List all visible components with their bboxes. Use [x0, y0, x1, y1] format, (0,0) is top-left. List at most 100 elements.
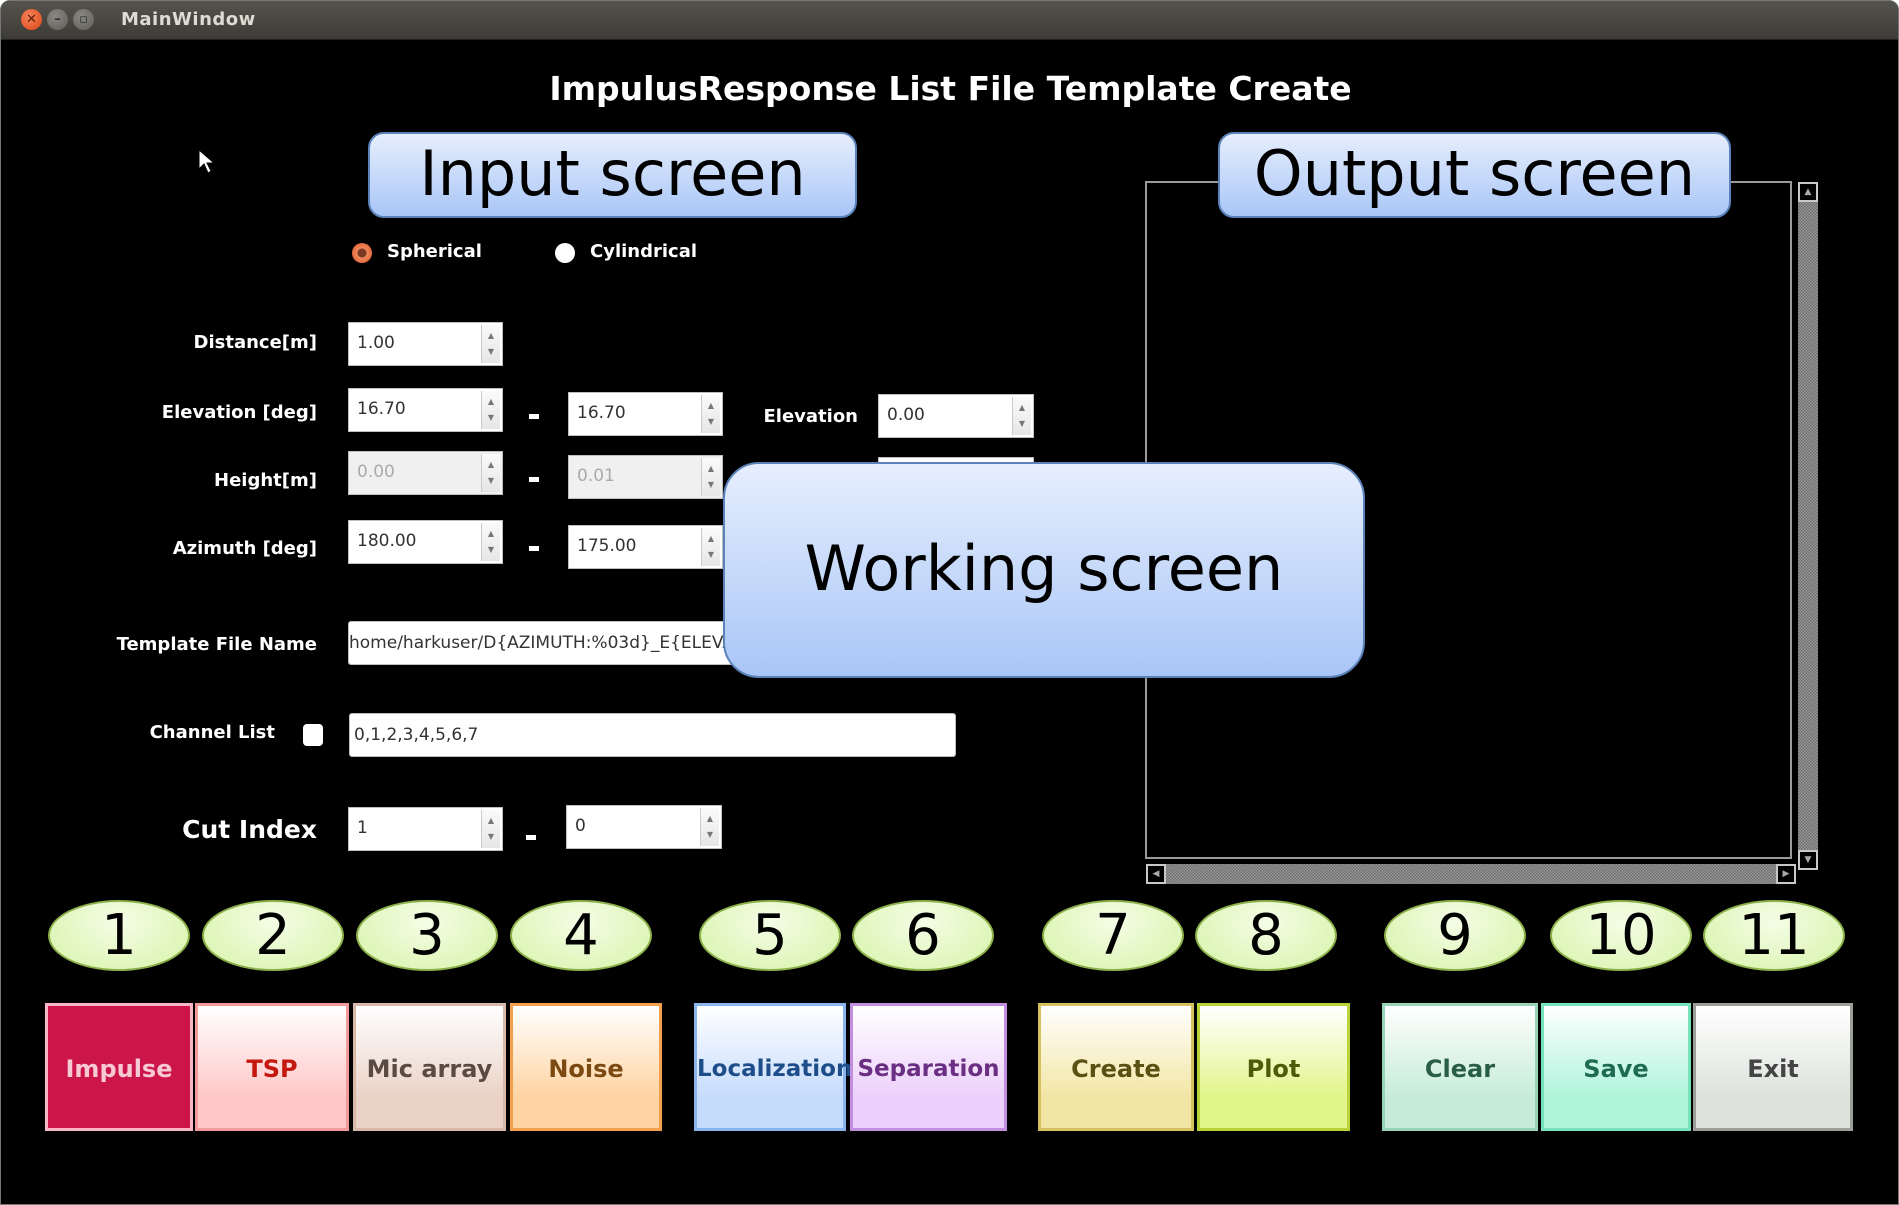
- height-from-spinbox: 0.00 ▲ ▼: [348, 451, 503, 495]
- impulse-button[interactable]: Impulse: [45, 1003, 193, 1131]
- distance-value: 1.00: [357, 333, 395, 353]
- scroll-up-icon[interactable]: ▲: [1798, 182, 1818, 202]
- height-to-spinbox: 0.01 ▲ ▼: [568, 455, 723, 499]
- range-separator: [526, 835, 536, 840]
- elevation-to-value: 16.70: [577, 403, 626, 423]
- window-title: MainWindow: [121, 9, 256, 30]
- step-number: 6: [852, 900, 994, 971]
- spin-down-icon[interactable]: ▼: [702, 417, 720, 427]
- height-from-value: 0.00: [357, 462, 395, 482]
- cut-index-from-value: 1: [357, 818, 368, 838]
- channel-list-input[interactable]: 0,1,2,3,4,5,6,7: [349, 713, 956, 757]
- spin-up-icon: ▲: [487, 460, 495, 469]
- step-number: 7: [1042, 900, 1184, 971]
- spin-down-icon[interactable]: ▼: [482, 832, 500, 842]
- input-screen-callout: Input screen: [368, 132, 857, 218]
- step-number: 10: [1550, 900, 1692, 971]
- cut-index-from-spinbox[interactable]: 1 ▲ ▼: [348, 807, 503, 851]
- channel-list-label: Channel List: [149, 722, 275, 743]
- main-window: ✕ – ▫ MainWindow ImpulusResponse List Fi…: [0, 0, 1899, 1205]
- spin-down-icon[interactable]: ▼: [702, 550, 720, 560]
- elevation-from-spinbox[interactable]: 16.70 ▲ ▼: [348, 388, 503, 432]
- channel-list-value: 0,1,2,3,4,5,6,7: [354, 725, 479, 745]
- scroll-left-icon[interactable]: ◀: [1146, 864, 1166, 884]
- azimuth-from-value: 180.00: [357, 531, 417, 551]
- app-title: ImpulusResponse List File Template Creat…: [549, 69, 1352, 108]
- working-screen-callout: Working screen: [723, 462, 1365, 678]
- title-bar: ✕ – ▫ MainWindow: [1, 1, 1898, 40]
- template-file-value: home/harkuser/D{AZIMUTH:%03d}_E{ELEVATIO…: [349, 633, 748, 653]
- elevation-single-value: 0.00: [887, 405, 925, 425]
- spin-up-icon[interactable]: ▲: [482, 529, 500, 539]
- plot-button[interactable]: Plot: [1197, 1003, 1350, 1131]
- spin-down-icon[interactable]: ▼: [482, 413, 500, 423]
- close-icon[interactable]: ✕: [21, 9, 42, 30]
- radio-cylindrical[interactable]: [555, 243, 575, 263]
- spin-down-icon[interactable]: ▼: [1013, 419, 1031, 429]
- scroll-down-icon[interactable]: ▼: [1798, 850, 1818, 870]
- tsp-button[interactable]: TSP: [195, 1003, 349, 1131]
- range-separator: [529, 477, 539, 482]
- spin-up-icon[interactable]: ▲: [702, 534, 720, 544]
- elevation-to-spinbox[interactable]: 16.70 ▲ ▼: [568, 392, 723, 436]
- horizontal-scrollbar[interactable]: ◀ ▶: [1146, 864, 1796, 884]
- distance-label: Distance[m]: [193, 332, 317, 353]
- range-separator: [529, 414, 539, 419]
- channel-list-checkbox[interactable]: [303, 724, 323, 746]
- step-number: 8: [1195, 900, 1337, 971]
- clear-button[interactable]: Clear: [1382, 1003, 1538, 1131]
- spin-up-icon[interactable]: ▲: [702, 401, 720, 411]
- azimuth-label: Azimuth [deg]: [172, 538, 317, 559]
- range-separator: [529, 546, 539, 551]
- template-file-input[interactable]: home/harkuser/D{AZIMUTH:%03d}_E{ELEVATIO…: [348, 621, 748, 665]
- elevation-label: Elevation [deg]: [161, 402, 317, 423]
- vertical-scrollbar[interactable]: ▲ ▼: [1798, 182, 1818, 870]
- spin-up-icon[interactable]: ▲: [482, 816, 500, 826]
- elevation-single-label: Elevation: [763, 406, 858, 427]
- step-number: 4: [510, 900, 652, 971]
- localization-button[interactable]: Localization: [694, 1003, 852, 1131]
- scroll-right-icon[interactable]: ▶: [1776, 864, 1796, 884]
- spin-down-icon: ▼: [707, 480, 715, 489]
- step-number: 9: [1384, 900, 1526, 971]
- height-to-value: 0.01: [577, 466, 615, 486]
- exit-button[interactable]: Exit: [1693, 1003, 1853, 1131]
- radio-cylindrical-label: Cylindrical: [590, 241, 698, 262]
- spin-up-icon[interactable]: ▲: [701, 814, 719, 824]
- step-number: 2: [202, 900, 344, 971]
- spin-down-icon: ▼: [487, 476, 495, 485]
- height-label: Height[m]: [214, 470, 317, 491]
- output-screen-callout: Output screen: [1218, 132, 1731, 218]
- cut-index-to-value: 0: [575, 816, 586, 836]
- mic-array-button[interactable]: Mic array: [353, 1003, 506, 1131]
- azimuth-to-spinbox[interactable]: 175.00 ▲ ▼: [568, 525, 723, 569]
- spin-down-icon[interactable]: ▼: [482, 545, 500, 555]
- cut-index-to-spinbox[interactable]: 0 ▲ ▼: [566, 805, 722, 849]
- noise-button[interactable]: Noise: [510, 1003, 662, 1131]
- separation-button[interactable]: Separation: [850, 1003, 1007, 1131]
- minimize-icon[interactable]: –: [47, 9, 68, 30]
- spin-down-icon[interactable]: ▼: [701, 830, 719, 840]
- step-number: 5: [699, 900, 841, 971]
- maximize-icon[interactable]: ▫: [73, 9, 94, 30]
- step-number: 3: [356, 900, 498, 971]
- elevation-single-spinbox[interactable]: 0.00 ▲ ▼: [878, 394, 1034, 438]
- create-button[interactable]: Create: [1038, 1003, 1194, 1131]
- azimuth-to-value: 175.00: [577, 536, 637, 556]
- mouse-cursor-icon: [198, 149, 216, 174]
- radio-spherical[interactable]: [352, 243, 372, 263]
- distance-spinbox[interactable]: 1.00 ▲ ▼: [348, 322, 503, 366]
- spin-down-icon[interactable]: ▼: [482, 347, 500, 357]
- spin-up-icon[interactable]: ▲: [1013, 403, 1031, 413]
- spin-up-icon[interactable]: ▲: [482, 397, 500, 407]
- azimuth-from-spinbox[interactable]: 180.00 ▲ ▼: [348, 520, 503, 564]
- elevation-from-value: 16.70: [357, 399, 406, 419]
- spin-up-icon: ▲: [707, 464, 715, 473]
- spin-up-icon[interactable]: ▲: [482, 331, 500, 341]
- step-number: 11: [1703, 900, 1845, 971]
- cut-index-label: Cut Index: [182, 815, 317, 844]
- radio-spherical-label: Spherical: [387, 241, 482, 262]
- template-file-label: Template File Name: [116, 634, 317, 655]
- save-button[interactable]: Save: [1541, 1003, 1691, 1131]
- step-number: 1: [48, 900, 190, 971]
